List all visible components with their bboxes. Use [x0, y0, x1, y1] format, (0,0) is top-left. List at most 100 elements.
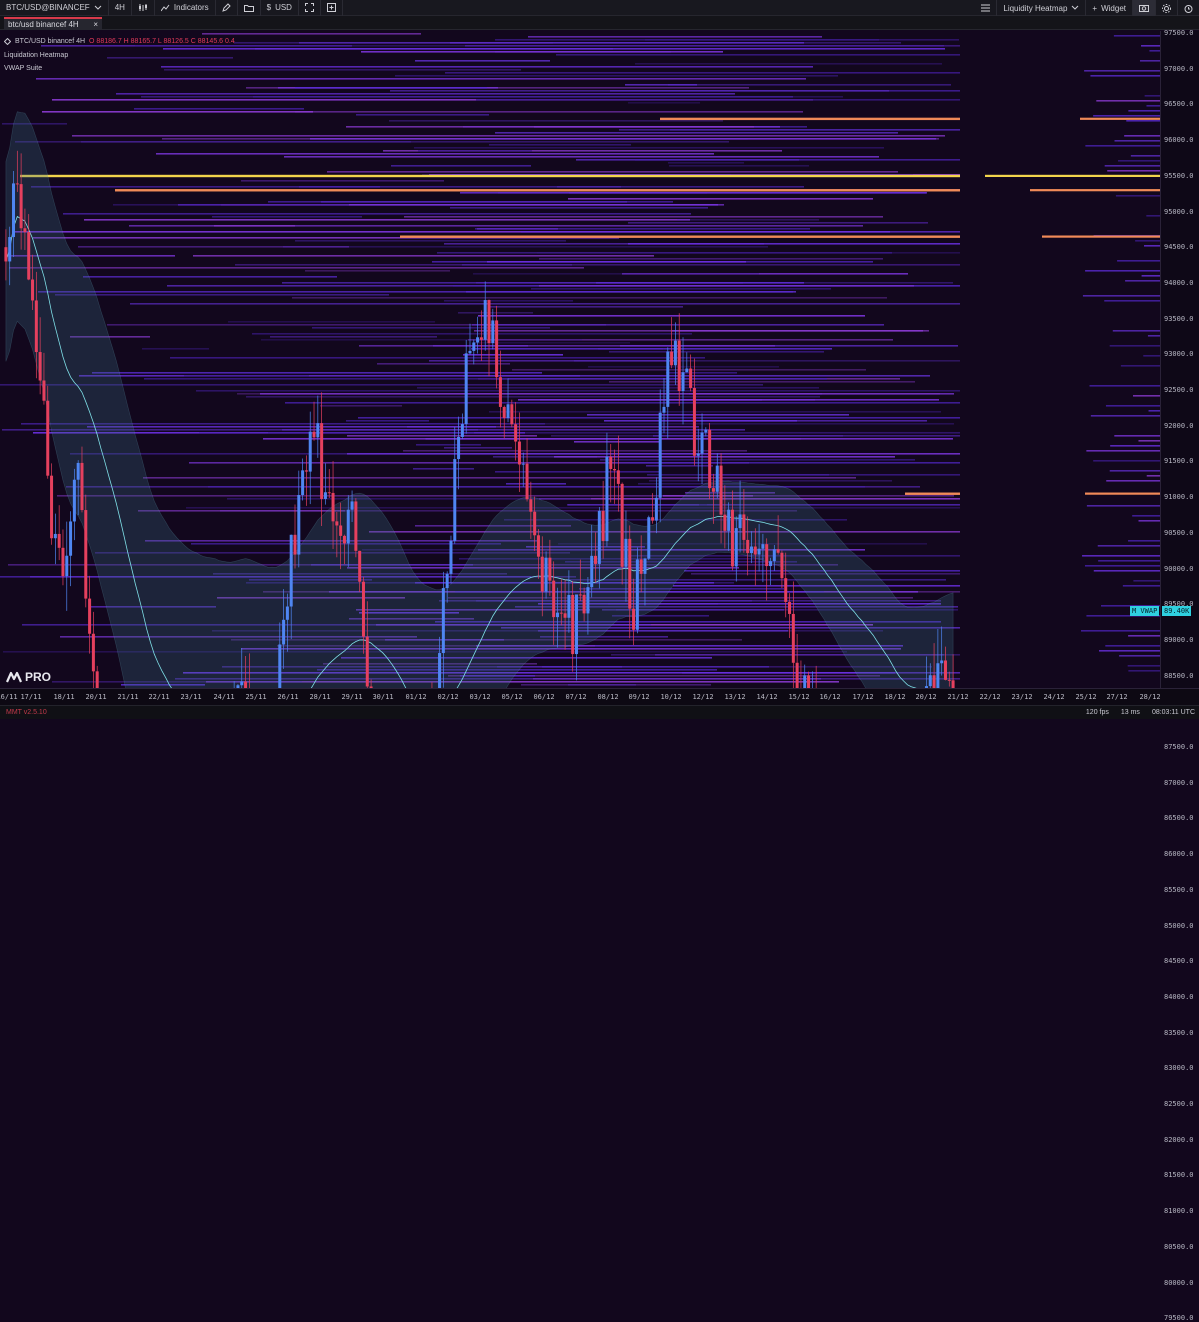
heatmap-level	[116, 93, 735, 95]
heatmap-level	[2, 123, 67, 125]
candle-bear	[582, 594, 586, 614]
candle-bull	[441, 588, 445, 654]
time-axis-label: 20/11	[85, 693, 107, 701]
candle-bull	[72, 479, 76, 522]
utc-clock: 08:03:11 UTC	[1151, 709, 1195, 716]
candle-bull	[738, 514, 742, 529]
heatmap-level	[235, 264, 960, 266]
candle-bull	[65, 555, 69, 577]
candle-bull	[715, 465, 719, 492]
heatmap-level	[283, 246, 768, 248]
candle-bull	[696, 453, 700, 456]
candle-bull	[575, 594, 579, 655]
pencil-icon	[221, 3, 231, 12]
timeframe-selector[interactable]: 4H	[109, 0, 132, 16]
candle-bull	[8, 237, 12, 262]
price-chart[interactable]	[0, 31, 1199, 688]
heatmap-level	[587, 414, 849, 416]
layout-button[interactable]	[975, 0, 998, 16]
chart-type-button[interactable]	[132, 0, 155, 16]
profile-bar	[1115, 195, 1160, 197]
heatmap-level	[450, 207, 708, 209]
fullscreen-button[interactable]	[299, 0, 321, 16]
alerts-button[interactable]	[1178, 0, 1199, 16]
heatmap-level	[346, 126, 754, 128]
screenshot-button[interactable]	[1133, 0, 1156, 16]
heatmap-level	[84, 219, 690, 221]
chart-tab[interactable]: btc/usd binancef 4H ×	[4, 17, 102, 30]
heatmap-level	[568, 198, 873, 200]
heatmap-level	[684, 420, 927, 422]
heatmap-level	[531, 288, 831, 290]
candle-bear	[304, 470, 308, 472]
legend-indicator-heatmap[interactable]: Liquidation Heatmap	[4, 49, 235, 63]
currency-button[interactable]: $ USD	[261, 0, 299, 16]
heatmap-level	[463, 354, 563, 356]
app-version: MMT v2.5.10	[6, 709, 47, 716]
profile-bar	[1118, 160, 1160, 162]
price-axis[interactable]: 97500.0 97000.0 96500.0 96000.0 95500.0 95000…	[1160, 29, 1199, 1322]
time-axis-label: 03/12	[469, 693, 491, 701]
templates-button[interactable]	[238, 0, 261, 16]
candle-bear	[23, 228, 27, 233]
add-widget-button[interactable]: + Widget	[1086, 0, 1133, 16]
profile-bar	[1112, 330, 1160, 332]
candle-bear	[563, 613, 567, 618]
indicators-button[interactable]: Indicators	[155, 0, 216, 16]
heatmap-hot-level	[20, 174, 960, 178]
profile-bar	[1097, 545, 1160, 547]
time-axis[interactable]: 16/1117/11 18/11 20/11 21/11 22/11 23/11 24/11…	[0, 688, 1199, 705]
close-icon[interactable]: ×	[93, 20, 98, 29]
candle-bull	[635, 559, 639, 630]
price-axis-label: 81000.0	[1164, 1207, 1194, 1216]
profile-bar	[1138, 520, 1160, 522]
candle-bull	[772, 549, 776, 562]
candle-bear	[38, 352, 42, 381]
heatmap-level	[113, 204, 349, 206]
heatmap-level	[490, 306, 683, 308]
price-axis-label: 91500.0	[1164, 457, 1194, 466]
heatmap-level	[196, 390, 960, 392]
candle-bull	[346, 509, 350, 544]
candle-bull	[936, 663, 940, 688]
candle-bear	[620, 483, 624, 567]
candle-bear	[80, 462, 84, 511]
price-axis-label: 92500.0	[1164, 386, 1194, 394]
settings-button[interactable]	[1156, 0, 1178, 16]
add-panel-button[interactable]	[321, 0, 343, 16]
candle-bull	[769, 561, 773, 567]
alarm-icon	[1184, 4, 1193, 13]
legend-indicator-vwap[interactable]: VWAP Suite	[4, 62, 235, 76]
candle-bear	[536, 535, 540, 557]
time-axis-label: 28/12	[1139, 693, 1161, 701]
candle-bear	[552, 580, 556, 618]
time-axis-label: 28/11	[309, 693, 331, 701]
time-axis-label: 20/12	[915, 693, 937, 701]
candle-bull	[544, 557, 548, 592]
candle-bear	[723, 514, 727, 531]
heatmap-level	[327, 171, 898, 173]
candle-bull	[940, 660, 944, 664]
candle-bear	[932, 675, 936, 688]
time-axis-label: 05/12	[501, 693, 523, 701]
legend-ohlc: O 88186.7 H 88165.7 L 88126.5 C 88145.6 …	[89, 38, 235, 45]
heatmap-select[interactable]: Liquidity Heatmap	[997, 0, 1087, 16]
profile-bar	[1085, 145, 1160, 147]
price-axis-label: 83000.0	[1164, 1064, 1194, 1073]
heatmap-level	[42, 111, 313, 113]
heatmap-level	[495, 132, 898, 134]
heatmap-level	[473, 273, 759, 275]
profile-bar	[1093, 570, 1160, 572]
candle-bear	[795, 662, 799, 688]
heatmap-level	[295, 111, 803, 113]
symbol-selector[interactable]: BTC/USD@BINANCEF	[0, 0, 109, 16]
candle-bull	[472, 342, 476, 351]
heatmap-level	[628, 102, 700, 104]
draw-button[interactable]	[216, 0, 238, 16]
time-axis-label: 15/12	[788, 693, 810, 701]
candle-bear	[533, 511, 537, 536]
candle-bear	[559, 612, 563, 614]
heatmap-level	[568, 684, 636, 686]
plus-box-icon	[326, 3, 336, 12]
candle-bear	[753, 546, 757, 555]
